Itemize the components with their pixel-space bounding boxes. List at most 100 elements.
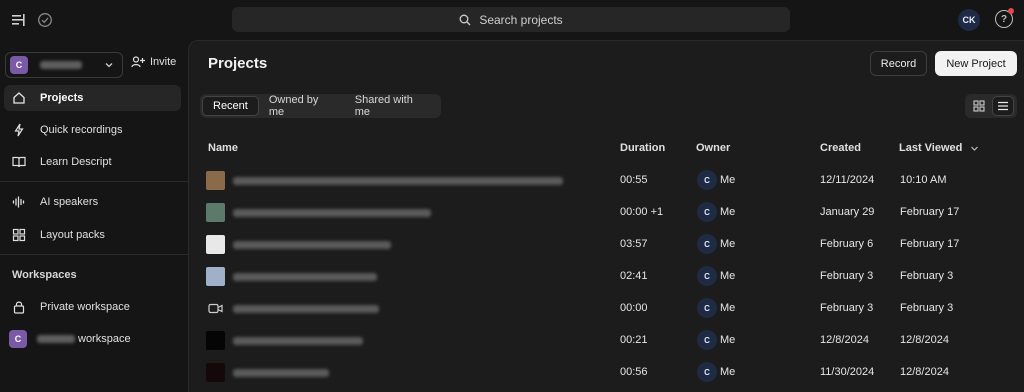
last-viewed-cell: February 3 [900,302,954,314]
tab-owned-by-me[interactable]: Owned by me [259,94,345,118]
project-thumbnail [206,331,225,350]
project-name-redacted[interactable] [233,177,563,185]
project-filter-tabs: Recent Owned by me Shared with me [200,94,441,118]
owner-avatar: C [697,234,717,254]
sidebar-item-label: Projects [40,92,84,104]
sidebar-item-label: Learn Descript [40,156,112,168]
project-thumbnail [206,267,225,286]
new-project-button[interactable]: New Project [935,51,1017,76]
sidebar-item-private-workspace[interactable]: Private workspace [4,294,181,320]
table-row[interactable]: 03:57 C Me February 6 February 17 [189,229,1024,261]
invite-label: Invite [150,56,177,68]
last-viewed-cell: February 17 [900,206,960,218]
duration-cell: 02:41 [620,270,648,282]
owner-cell: Me [720,334,736,346]
sidebar-item-projects[interactable]: Projects [4,85,181,111]
project-name-redacted[interactable] [233,305,379,313]
owner-avatar: C [697,362,717,382]
column-header-duration[interactable]: Duration [620,142,665,154]
sidebar-divider [0,181,188,182]
notification-dot [1008,8,1014,14]
sidebar-item-team-workspace[interactable]: C workspace [4,326,181,352]
view-toggle [965,94,1017,118]
duration-cell: 00:55 [620,174,648,186]
sidebar-item-label: Quick recordings [40,124,123,136]
owner-avatar: C [697,298,717,318]
project-name-redacted[interactable] [233,241,391,249]
search-icon [459,14,471,25]
created-cell: 12/8/2024 [820,334,869,346]
column-header-name[interactable]: Name [208,142,238,154]
owner-cell: Me [720,302,736,314]
project-thumbnail [206,203,225,222]
book-icon [12,156,26,168]
workspace-badge: C [9,330,27,348]
owner-avatar: C [697,330,717,350]
owner-avatar: C [697,202,717,222]
search-placeholder: Search projects [479,12,563,27]
bolt-icon [14,123,24,137]
column-header-last-viewed[interactable]: Last Viewed [899,142,979,154]
sidebar: C Invite Projects Quick recordings Learn… [0,40,188,392]
grid-view-button[interactable] [968,96,990,116]
table-row[interactable]: 00:56 C Me 11/30/2024 12/8/2024 [189,357,1024,389]
user-avatar[interactable]: CK [958,9,980,31]
duration-cell: 00:00 [620,302,648,314]
column-header-owner[interactable]: Owner [696,142,730,154]
column-header-created[interactable]: Created [820,142,861,154]
video-icon [206,299,225,318]
sidebar-item-quick-recordings[interactable]: Quick recordings [4,117,181,143]
table-row[interactable]: 00:55 C Me 12/11/2024 10:10 AM [189,165,1024,197]
owner-avatar: C [697,266,717,286]
home-icon [13,92,25,104]
duration-cell: 00:00 +1 [620,206,664,218]
project-name-redacted[interactable] [233,273,377,281]
workspace-selector[interactable]: C [5,52,123,78]
duration-cell: 03:57 [620,238,648,250]
workspace-name-redacted [37,335,75,343]
table-row[interactable]: 00:00 C Me February 3 February 3 [189,293,1024,325]
projects-panel: Projects Record New Project Recent Owned… [188,40,1024,392]
project-name-redacted[interactable] [233,369,329,377]
table-row[interactable]: 02:41 C Me February 3 February 3 [189,261,1024,293]
owner-avatar: C [697,170,717,190]
sidebar-item-ai-speakers[interactable]: AI speakers [4,189,181,215]
created-cell: January 29 [820,206,875,218]
last-viewed-cell: February 3 [900,270,954,282]
last-viewed-cell: 10:10 AM [900,174,947,186]
sidebar-divider [0,254,188,255]
duration-cell: 00:21 [620,334,648,346]
grid-icon [973,100,985,112]
tab-recent[interactable]: Recent [202,96,259,116]
lock-icon [13,301,25,314]
last-viewed-cell: 12/8/2024 [900,334,949,346]
sidebar-item-label: Private workspace [40,301,130,313]
workspaces-heading: Workspaces [12,269,77,281]
add-user-icon [131,56,145,68]
list-view-button[interactable] [992,96,1014,116]
created-cell: 12/11/2024 [820,174,875,186]
invite-button[interactable]: Invite [131,56,176,68]
record-button[interactable]: Record [870,51,927,76]
check-circle-icon[interactable] [36,11,54,29]
chevron-down-icon [105,63,113,68]
table-row[interactable]: 00:00 +1 C Me January 29 February 17 [189,197,1024,229]
layout-icon [12,228,26,242]
owner-cell: Me [720,270,736,282]
project-name-redacted[interactable] [233,209,431,217]
sidebar-item-layout-packs[interactable]: Layout packs [4,222,181,248]
menu-toggle-icon[interactable] [10,11,28,29]
tab-shared-with-me[interactable]: Shared with me [345,94,439,118]
created-cell: 11/30/2024 [820,366,875,378]
table-row[interactable]: 00:21 C Me 12/8/2024 12/8/2024 [189,325,1024,357]
search-input[interactable]: Search projects [232,7,790,32]
project-thumbnail [206,235,225,254]
list-icon [998,101,1008,111]
project-thumbnail [206,171,225,190]
sidebar-item-label: workspace [78,333,131,345]
workspace-name-redacted [40,61,82,69]
column-header-label: Last Viewed [899,142,963,154]
sidebar-item-learn-descript[interactable]: Learn Descript [4,149,181,175]
project-name-redacted[interactable] [233,337,363,345]
project-thumbnail [206,363,225,382]
